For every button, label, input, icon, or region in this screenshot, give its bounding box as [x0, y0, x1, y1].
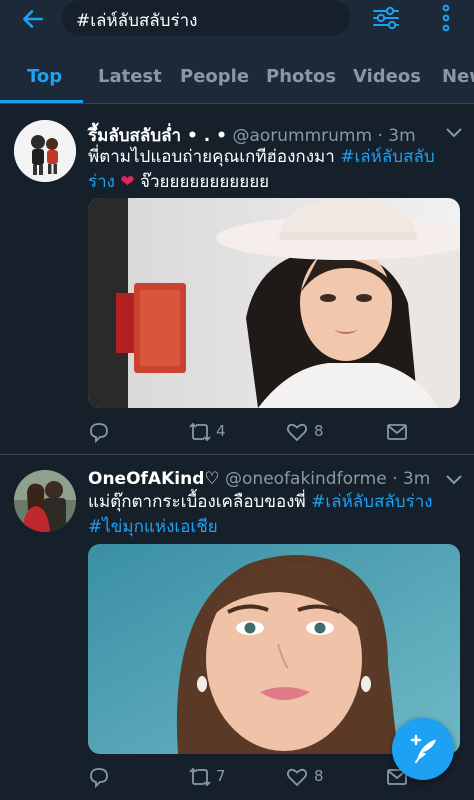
- avatar[interactable]: [14, 120, 76, 182]
- tab-videos[interactable]: Videos: [353, 66, 421, 87]
- tweet-text-main: แม่ตุ๊กตากระเบื้องเคลือบของพี่: [88, 492, 306, 512]
- tweet[interactable]: รึ้มลับสลับล่ำ • . • @aorummrumm · 3m พี…: [0, 105, 474, 455]
- tweet-text-tail: จ๊วยยยยยยยยยยย: [140, 172, 270, 192]
- tab-people[interactable]: People: [180, 66, 249, 87]
- envelope-icon: [387, 424, 407, 440]
- heart-icon: [286, 423, 308, 442]
- avatar[interactable]: [14, 470, 76, 532]
- active-tab-indicator: [0, 100, 83, 103]
- dm-button[interactable]: [386, 421, 410, 443]
- tweet-text-main: พี่ตามไปแอบถ่ายคุณเกทีฮ่องกงมา: [88, 147, 335, 167]
- display-name[interactable]: OneOfAKind♡: [88, 469, 220, 489]
- display-name[interactable]: รึ้มลับสลับล่ำ • . •: [88, 126, 227, 146]
- tweet-text: แม่ตุ๊กตากระเบื้องเคลือบของพี่ #เล่ห์ลับ…: [88, 490, 448, 540]
- search-tabs: Top Latest People Photos Videos New: [0, 40, 474, 104]
- compose-tweet-button[interactable]: [392, 718, 454, 780]
- retweet-button[interactable]: 4: [188, 421, 248, 443]
- hashtag-link[interactable]: #เล่ห์ลับสลับร่าง: [311, 492, 432, 512]
- separator-dot: ·: [386, 469, 403, 489]
- tweet-photo[interactable]: [88, 198, 460, 408]
- separator-dot: ·: [372, 126, 389, 146]
- tab-latest[interactable]: Latest: [98, 66, 162, 87]
- photo-woman-in-white-hat: [88, 198, 460, 408]
- hashtag-link[interactable]: #เล่ห์ลับสลับ: [340, 147, 434, 167]
- reply-icon: [90, 768, 108, 789]
- retweet-count: 7: [216, 767, 226, 785]
- hashtag-link-2[interactable]: #ไข่มุกแห่งเอเชีย: [88, 517, 218, 537]
- compose-tweet-icon: [410, 734, 436, 763]
- retweet-icon: [189, 422, 211, 442]
- more-vertical-icon[interactable]: [436, 4, 456, 32]
- like-count: 8: [314, 767, 324, 785]
- chevron-down-icon[interactable]: [445, 127, 463, 139]
- like-button[interactable]: 8: [286, 766, 346, 788]
- reply-button[interactable]: [88, 766, 112, 789]
- avatar-image: [14, 470, 76, 532]
- tweet-time: 3m: [402, 469, 431, 489]
- tweet-time: 3m: [388, 126, 416, 146]
- user-handle: @aorummrumm: [232, 126, 373, 146]
- like-button[interactable]: 8: [286, 421, 346, 443]
- red-heart-emoji: ❤: [120, 172, 135, 192]
- retweet-count: 4: [216, 422, 226, 440]
- tweet-text: พี่ตามไปแอบถ่ายคุณเกทีฮ่องกงมา #เล่ห์ลับ…: [88, 145, 448, 195]
- tab-news[interactable]: New: [442, 66, 474, 87]
- filter-sliders-icon[interactable]: [371, 3, 401, 33]
- search-query: #เล่ห์ลับสลับร่าง: [76, 11, 198, 31]
- avatar-image: [14, 120, 76, 182]
- back-arrow-icon[interactable]: [20, 6, 46, 32]
- tweet-header: OneOfAKind♡ @oneofakindforme · 3m: [88, 469, 430, 489]
- like-count: 8: [314, 422, 324, 440]
- tab-photos[interactable]: Photos: [266, 66, 336, 87]
- heart-icon: [286, 768, 308, 787]
- search-input[interactable]: #เล่ห์ลับสลับร่าง: [62, 0, 350, 36]
- top-app-bar: #เล่ห์ลับสลับร่าง: [0, 0, 474, 40]
- user-handle: @oneofakindforme: [225, 469, 387, 489]
- hashtag-link-cont[interactable]: ร่าง: [88, 172, 115, 192]
- reply-button[interactable]: [88, 421, 112, 444]
- retweet-button[interactable]: 7: [188, 766, 248, 788]
- reply-icon: [90, 423, 108, 444]
- retweet-icon: [189, 767, 211, 787]
- tab-top[interactable]: Top: [27, 66, 62, 87]
- chevron-down-icon[interactable]: [445, 474, 463, 486]
